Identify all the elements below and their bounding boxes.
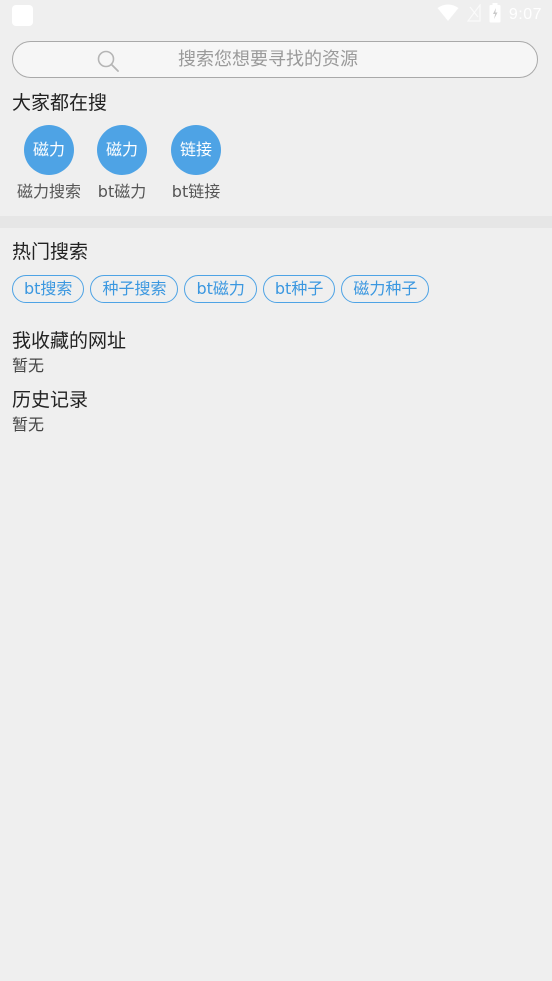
favorites-title: 我收藏的网址 (12, 330, 127, 352)
status-icons: 9:07 (437, 3, 542, 27)
status-time: 9:07 (508, 6, 542, 23)
history-empty-text: 暂无 (12, 415, 45, 434)
popular-circle: 磁力 (97, 125, 147, 175)
status-bar: 9:07 (0, 0, 552, 30)
history-title: 历史记录 (12, 389, 89, 411)
hot-search-tag[interactable]: 磁力种子 (341, 275, 430, 303)
battery-icon (489, 3, 501, 27)
search-icon (97, 50, 119, 72)
signal-icon (466, 3, 481, 26)
hot-search-tag[interactable]: bt磁力 (184, 275, 257, 303)
search-input[interactable]: 搜索您想要寻找的资源 (12, 41, 538, 78)
search-placeholder: 搜索您想要寻找的资源 (178, 49, 358, 70)
section-divider (0, 216, 552, 228)
hot-search-tag[interactable]: bt种子 (262, 275, 336, 303)
hot-search-tag[interactable]: bt搜索 (12, 275, 85, 303)
popular-title: 大家都在搜 (12, 92, 108, 114)
favorites-empty-text: 暂无 (12, 356, 45, 375)
hot-search-tag[interactable]: 种子搜索 (90, 275, 179, 303)
wifi-icon (437, 4, 459, 26)
popular-circle: 链接 (171, 125, 221, 175)
hot-search-tags: bt搜索 种子搜索 bt磁力 bt种子 磁力种子 (12, 275, 430, 303)
hot-search-title: 热门搜索 (12, 241, 89, 263)
app-notification-icon (12, 5, 33, 26)
popular-item[interactable]: 链接 bt链接 (151, 125, 241, 203)
popular-label: bt链接 (171, 182, 221, 201)
popular-circle: 磁力 (24, 125, 74, 175)
